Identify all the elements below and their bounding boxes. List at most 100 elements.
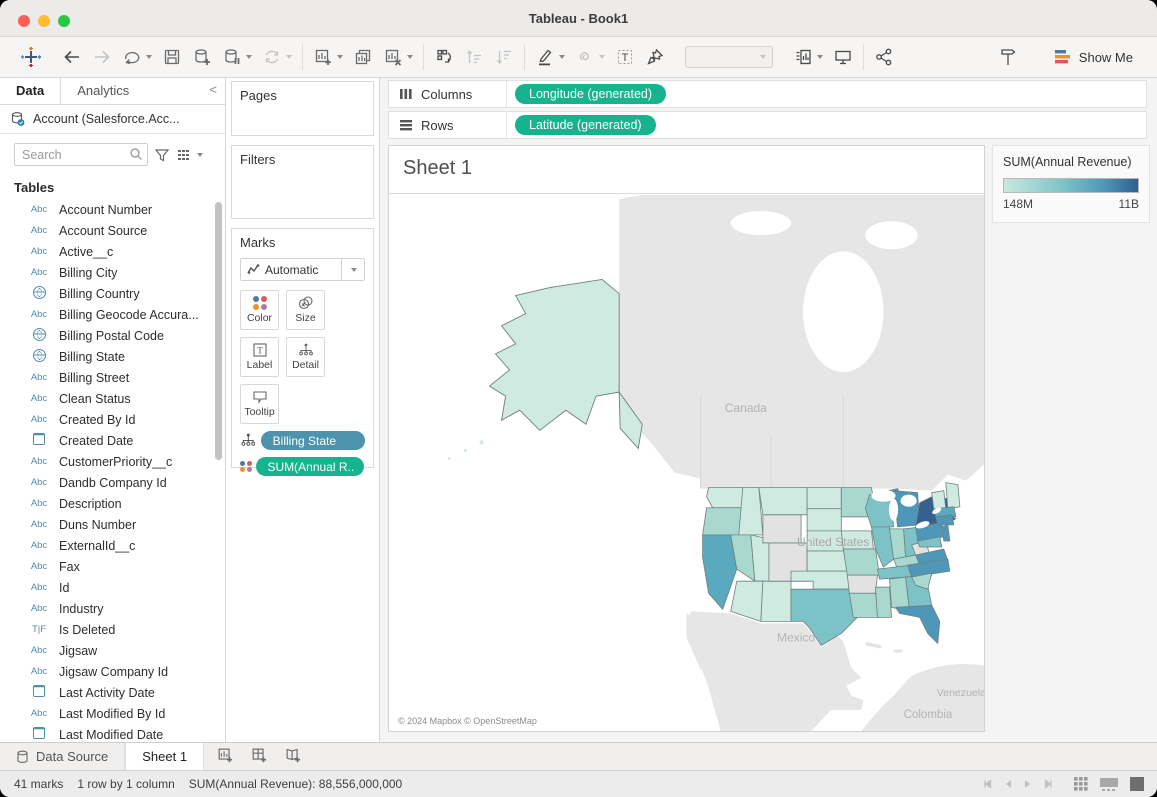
show-sheet-tabs-icon[interactable]	[1129, 776, 1145, 792]
signpost-icon[interactable]	[997, 46, 1019, 68]
data-source-item[interactable]: Account (Salesforce.Acc...	[0, 105, 225, 134]
redo-button[interactable]	[92, 47, 112, 67]
presentation-mode-button[interactable]	[833, 47, 853, 67]
run-auto-updates-button[interactable]	[262, 47, 292, 67]
sort-ascending-button[interactable]	[464, 47, 484, 67]
field-row[interactable]: Abc CustomerPriority__c	[0, 451, 225, 472]
field-row[interactable]: Billing State	[0, 346, 225, 367]
fields-scrollbar[interactable]	[215, 202, 222, 460]
field-row[interactable]: Abc Description	[0, 493, 225, 514]
detail-pill-icon	[240, 433, 257, 448]
clear-sheet-button[interactable]	[383, 47, 413, 67]
fix-axes-pin-button[interactable]	[645, 47, 665, 67]
new-worksheet-caret-icon[interactable]	[337, 55, 343, 59]
field-row[interactable]: Billing Postal Code	[0, 325, 225, 346]
tab-data[interactable]: Data	[0, 78, 61, 104]
field-row[interactable]: Abc Industry	[0, 598, 225, 619]
save-button[interactable]	[162, 47, 182, 67]
field-row[interactable]: Abc Fax	[0, 556, 225, 577]
search-field[interactable]	[14, 143, 148, 166]
field-row[interactable]: Last Activity Date	[0, 682, 225, 703]
show-me-button[interactable]: Show Me	[1055, 49, 1133, 65]
share-button[interactable]	[874, 47, 894, 67]
detail-button[interactable]: Detail	[286, 337, 325, 377]
minimize-window-button[interactable]	[38, 15, 50, 27]
rows-shelf[interactable]: Rows Latitude (generated)	[388, 111, 1147, 139]
show-filmstrip-icon[interactable]	[1099, 776, 1119, 792]
map-view[interactable]: Canada United States Mexico Venezuela Co…	[389, 195, 984, 731]
previous-story-point-icon[interactable]	[1003, 778, 1013, 790]
field-row[interactable]: Abc ExternalId__c	[0, 535, 225, 556]
replay-caret-icon[interactable]	[146, 55, 152, 59]
field-row[interactable]: Abc Billing Street	[0, 367, 225, 388]
field-row[interactable]: Abc Jigsaw	[0, 640, 225, 661]
undo-button[interactable]	[62, 47, 82, 67]
tab-data-source[interactable]: Data Source	[0, 743, 125, 770]
field-row[interactable]: Abc Last Modified By Id	[0, 703, 225, 724]
pill-longitude-generated[interactable]: Longitude (generated)	[515, 84, 666, 104]
color-button[interactable]: Color	[240, 290, 279, 330]
new-story-button[interactable]	[278, 743, 308, 770]
field-row[interactable]: Abc Billing Geocode Accura...	[0, 304, 225, 325]
duplicate-sheet-button[interactable]	[353, 47, 373, 67]
state-WA	[707, 488, 743, 508]
pill-sum-annual-revenue[interactable]: SUM(Annual R..	[256, 457, 364, 476]
highlight-button[interactable]	[535, 47, 565, 67]
pill-latitude-generated[interactable]: Latitude (generated)	[515, 115, 656, 135]
run-caret-icon[interactable]	[286, 55, 292, 59]
pages-shelf[interactable]: Pages	[231, 81, 374, 136]
field-row[interactable]: T|F Is Deleted	[0, 619, 225, 640]
fit-selector-dropdown[interactable]	[685, 46, 773, 68]
tab-analytics[interactable]: Analytics	[61, 78, 145, 104]
group-caret-icon[interactable]	[599, 55, 605, 59]
first-story-point-icon[interactable]	[981, 778, 993, 790]
close-window-button[interactable]	[18, 15, 30, 27]
mark-labels-caret-icon[interactable]	[817, 55, 823, 59]
field-row[interactable]: Abc Account Number	[0, 199, 225, 220]
field-row[interactable]: Abc Account Source	[0, 220, 225, 241]
field-row[interactable]: Abc Created By Id	[0, 409, 225, 430]
next-story-point-icon[interactable]	[1023, 778, 1033, 790]
search-input[interactable]	[14, 143, 148, 166]
field-row[interactable]: Created Date	[0, 430, 225, 451]
tooltip-button[interactable]: Tooltip	[240, 384, 279, 424]
string-field-icon: Abc	[28, 666, 50, 677]
tableau-logo-icon[interactable]	[20, 46, 42, 68]
field-row[interactable]: Abc Id	[0, 577, 225, 598]
new-data-source-button[interactable]	[192, 47, 212, 67]
columns-shelf[interactable]: Columns Longitude (generated)	[388, 80, 1147, 108]
view-options-button[interactable]	[176, 147, 203, 163]
clear-sheet-caret-icon[interactable]	[407, 55, 413, 59]
text-label-button[interactable]: T	[615, 47, 635, 67]
pause-auto-updates-button[interactable]	[222, 47, 252, 67]
field-row[interactable]: Billing Country	[0, 283, 225, 304]
field-row[interactable]: Abc Active__c	[0, 241, 225, 262]
new-worksheet-button[interactable]	[313, 47, 343, 67]
field-row[interactable]: Abc Jigsaw Company Id	[0, 661, 225, 682]
show-mark-labels-button[interactable]	[793, 47, 823, 67]
field-row[interactable]: Abc Dandb Company Id	[0, 472, 225, 493]
highlight-caret-icon[interactable]	[559, 55, 565, 59]
field-row[interactable]: Abc Billing City	[0, 262, 225, 283]
field-row[interactable]: Abc Duns Number	[0, 514, 225, 535]
pause-caret-icon[interactable]	[246, 55, 252, 59]
field-row[interactable]: Abc Clean Status	[0, 388, 225, 409]
filter-fields-icon[interactable]	[154, 147, 170, 163]
color-legend[interactable]: SUM(Annual Revenue) 148M 11B	[992, 145, 1150, 223]
filters-shelf[interactable]: Filters	[231, 145, 374, 219]
show-sheet-sorter-icon[interactable]	[1073, 776, 1089, 792]
size-button[interactable]: Size	[286, 290, 325, 330]
group-members-button[interactable]	[575, 47, 605, 67]
new-worksheet-tab-button[interactable]	[210, 743, 240, 770]
new-dashboard-button[interactable]	[244, 743, 274, 770]
pill-billing-state[interactable]: Billing State	[261, 431, 365, 450]
collapse-pane-chevron[interactable]: <	[209, 78, 225, 104]
label-button[interactable]: T Label	[240, 337, 279, 377]
tab-sheet1[interactable]: Sheet 1	[125, 743, 204, 770]
swap-axes-button[interactable]	[434, 47, 454, 67]
replay-button[interactable]	[122, 47, 152, 67]
sort-descending-button[interactable]	[494, 47, 514, 67]
zoom-window-button[interactable]	[58, 15, 70, 27]
last-story-point-icon[interactable]	[1043, 778, 1055, 790]
mark-type-dropdown[interactable]: Automatic	[240, 258, 365, 281]
